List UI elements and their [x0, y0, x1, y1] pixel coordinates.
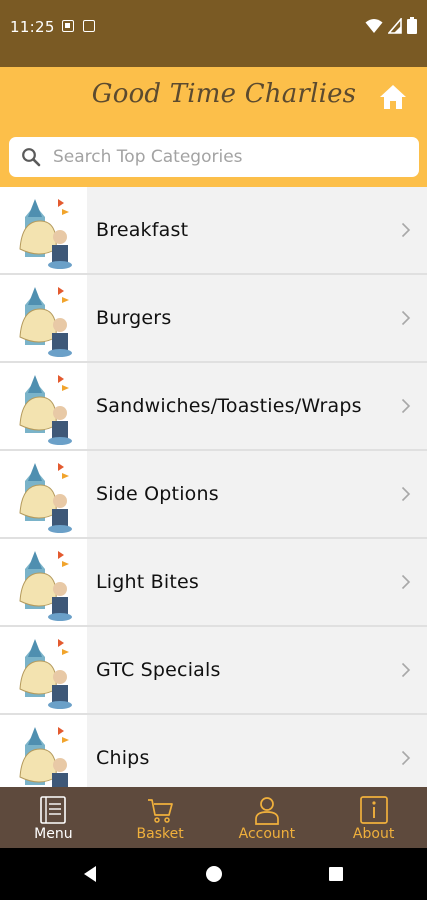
search-input[interactable]	[53, 137, 408, 177]
nav-item-menu[interactable]: Menu	[0, 787, 107, 848]
chevron-right-icon	[401, 222, 411, 238]
calendar-icon	[83, 20, 95, 32]
category-label: Chips	[96, 747, 150, 769]
nav-label-basket: Basket	[136, 826, 184, 842]
battery-icon	[407, 17, 417, 34]
chevron-right-icon	[401, 486, 411, 502]
home-icon[interactable]	[379, 84, 407, 110]
gtc-logo-icon	[19, 463, 72, 533]
bottom-nav: Menu Basket Account About	[0, 787, 427, 848]
chevron-right-icon	[401, 398, 411, 414]
category-list: Breakfast Burgers Sandwiches/Toasties/Wr…	[0, 187, 427, 787]
gtc-logo-icon	[19, 727, 69, 787]
status-time: 11:25	[10, 18, 55, 36]
chevron-right-icon	[401, 574, 411, 590]
nav-label-account: Account	[238, 826, 296, 842]
recents-icon[interactable]	[329, 867, 343, 881]
gtc-logo-icon	[19, 639, 72, 709]
category-thumbnail	[0, 363, 87, 449]
app-title: Good Time Charlies	[91, 79, 357, 109]
category-thumbnail	[0, 715, 87, 787]
nav-item-about[interactable]: About	[320, 787, 427, 848]
search-icon	[22, 148, 41, 167]
category-label: Breakfast	[96, 219, 189, 241]
category-label: Burgers	[96, 307, 172, 329]
list-item-category[interactable]: Breakfast	[0, 187, 427, 273]
chevron-right-icon	[401, 750, 411, 766]
wifi-icon	[365, 18, 383, 33]
list-item-category[interactable]: Light Bites	[0, 539, 427, 625]
info-icon	[359, 796, 388, 824]
category-label: Light Bites	[96, 571, 200, 593]
account-person-icon	[255, 797, 279, 825]
category-label: GTC Specials	[96, 659, 221, 681]
chevron-right-icon	[401, 662, 411, 678]
chevron-right-icon	[401, 310, 411, 326]
category-thumbnail	[0, 627, 87, 713]
category-thumbnail	[0, 451, 87, 537]
app-header: Good Time Charlies	[0, 67, 427, 187]
list-item-category[interactable]: Sandwiches/Toasties/Wraps	[0, 363, 427, 449]
category-label: Sandwiches/Toasties/Wraps	[96, 395, 362, 417]
back-icon[interactable]	[82, 865, 98, 883]
notification-icon	[62, 20, 74, 32]
gtc-logo-icon	[19, 199, 72, 269]
category-thumbnail	[0, 187, 87, 273]
nav-item-basket[interactable]: Basket	[107, 787, 214, 848]
gtc-logo-icon	[19, 551, 72, 621]
signal-icon	[388, 17, 402, 34]
nav-item-account[interactable]: Account	[214, 787, 321, 848]
category-thumbnail	[0, 275, 87, 361]
basket-cart-icon	[148, 799, 173, 823]
menu-book-icon	[40, 796, 67, 824]
gtc-logo-icon	[19, 287, 72, 357]
nav-label-about: About	[352, 826, 395, 842]
status-bar: 11:25	[0, 0, 427, 67]
category-thumbnail	[0, 539, 87, 625]
list-item-category[interactable]: Chips	[0, 715, 427, 787]
nav-label-menu: Menu	[34, 826, 73, 842]
system-nav-bar	[0, 848, 427, 900]
search-box[interactable]	[9, 137, 419, 177]
list-item-category[interactable]: GTC Specials	[0, 627, 427, 713]
category-label: Side Options	[96, 483, 219, 505]
list-item-category[interactable]: Side Options	[0, 451, 427, 537]
home-circle-icon[interactable]	[206, 866, 222, 882]
gtc-logo-icon	[19, 375, 72, 445]
list-item-category[interactable]: Burgers	[0, 275, 427, 361]
